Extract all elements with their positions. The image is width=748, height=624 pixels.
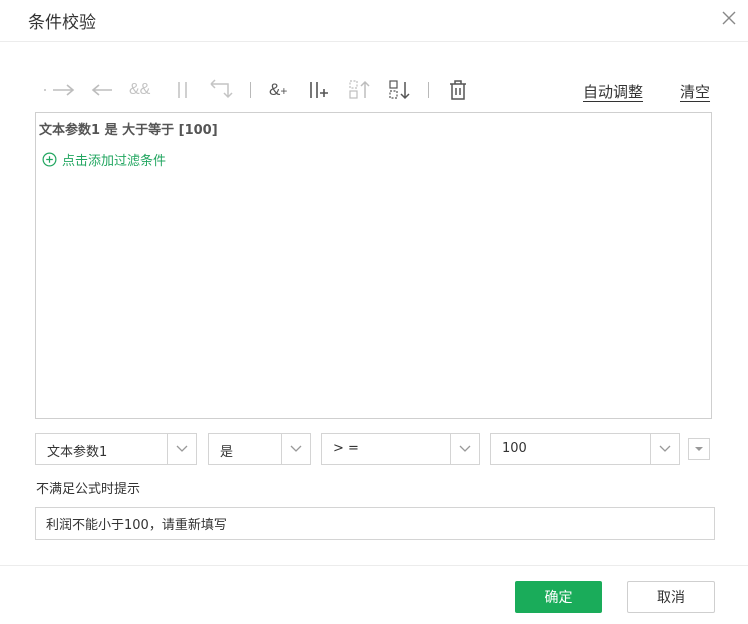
- caret-down-icon: [695, 447, 703, 451]
- judge-select[interactable]: 是: [208, 433, 311, 465]
- chevron-down-icon: [650, 434, 679, 464]
- operator-select-value: > =: [333, 441, 359, 456]
- condition-list[interactable]: 文本参数1 是 大于等于 [100] 点击添加过滤条件: [35, 112, 712, 419]
- ok-button[interactable]: 确定: [515, 581, 602, 613]
- hint-label: 不满足公式时提示: [36, 482, 141, 497]
- condition-item[interactable]: 文本参数1 是 大于等于 [100]: [39, 119, 218, 138]
- add-filter-link[interactable]: 点击添加过滤条件: [42, 150, 166, 169]
- add-or-icon[interactable]: [307, 78, 331, 102]
- move-down-icon[interactable]: [388, 78, 412, 102]
- close-icon[interactable]: [719, 8, 739, 28]
- condition-check-dialog: 条件校验 && &+ 自动调整 清空 文本参数1 是 大于等于 [100] 点击…: [0, 0, 748, 624]
- clear-button[interactable]: 清空: [680, 81, 710, 102]
- auto-adjust-button[interactable]: 自动调整: [583, 81, 643, 102]
- toolbar-separator: [250, 82, 251, 98]
- add-and-icon[interactable]: &+: [269, 78, 295, 102]
- dialog-title: 条件校验: [28, 13, 96, 33]
- plus-circle-icon: [42, 152, 57, 167]
- dialog-header: 条件校验: [0, 0, 748, 42]
- chevron-down-icon: [167, 434, 196, 464]
- value-select[interactable]: 100: [490, 433, 680, 465]
- indent-left-icon[interactable]: [90, 78, 114, 102]
- value-type-dropdown[interactable]: [688, 438, 710, 460]
- and-icon[interactable]: &&: [129, 78, 153, 102]
- toolbar-separator: [428, 82, 429, 98]
- chevron-down-icon: [281, 434, 310, 464]
- swap-icon[interactable]: [208, 78, 233, 102]
- field-select-value: 文本参数1: [47, 445, 108, 460]
- or-icon[interactable]: [171, 78, 195, 102]
- delete-icon[interactable]: [446, 78, 470, 102]
- operator-select[interactable]: > =: [321, 433, 480, 465]
- add-filter-label: 点击添加过滤条件: [62, 154, 167, 169]
- field-select[interactable]: 文本参数1: [35, 433, 197, 465]
- value-select-value: 100: [502, 441, 527, 456]
- move-up-icon[interactable]: [348, 78, 372, 102]
- chevron-down-icon: [450, 434, 479, 464]
- indent-right-icon[interactable]: [42, 78, 75, 102]
- judge-select-value: 是: [220, 445, 234, 460]
- hint-input[interactable]: [35, 507, 715, 540]
- cancel-button[interactable]: 取消: [627, 581, 715, 613]
